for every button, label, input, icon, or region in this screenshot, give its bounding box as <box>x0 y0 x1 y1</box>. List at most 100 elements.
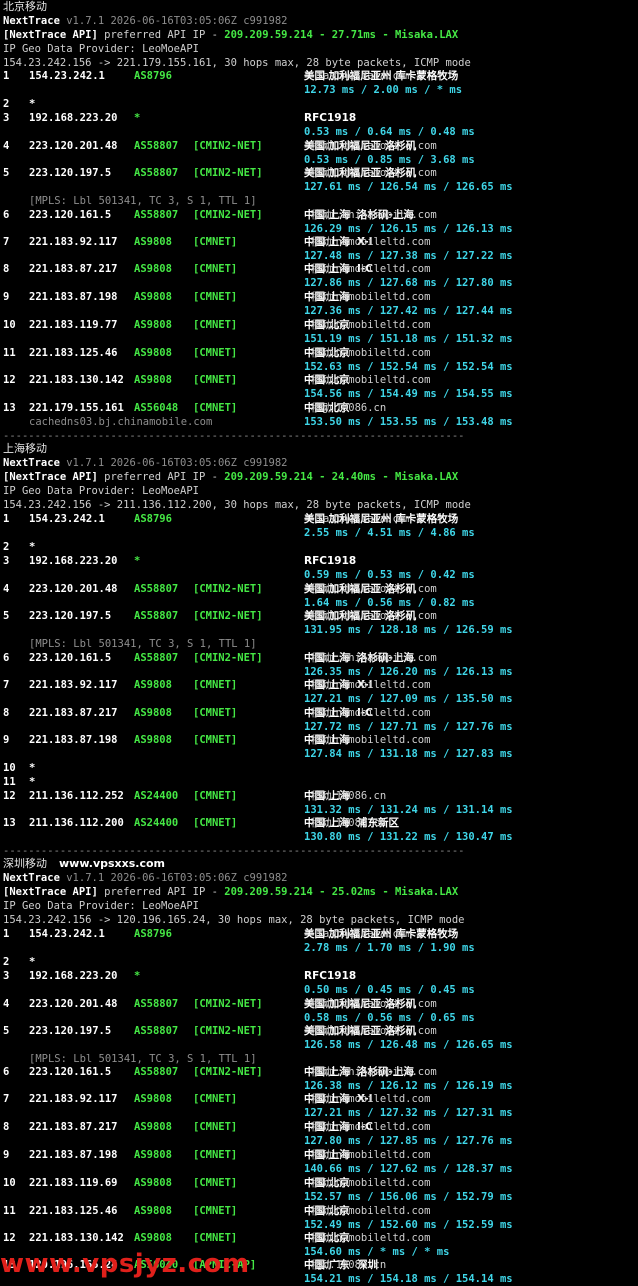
hop-number: 2 <box>3 98 10 110</box>
hop-isp: 移动 <box>304 347 332 359</box>
api-latency: 24.40ms <box>331 471 377 483</box>
api-sep: - <box>376 29 395 41</box>
api-label: [NextTrace API] <box>3 29 98 41</box>
hop-ip: 223.120.201.48 <box>29 998 118 1010</box>
hop-tag: [CMNET] <box>193 1177 238 1189</box>
hop-latency: 152.63 ms / 152.54 ms / 152.54 ms <box>304 361 513 373</box>
api-label: [NextTrace API] <box>3 471 98 483</box>
hop-row: 8 221.183.87.217 AS9808 [CMNET] 中国 上海 I-C ch… <box>3 1120 633 1148</box>
hop-row: 3 192.168.223.20 * RFC1918 0.59 ms / 0.53 ms… <box>3 554 633 582</box>
geo-provider-line: IP Geo Data Provider: LeoMoeAPI <box>3 485 199 497</box>
hop-row: 7 221.183.92.117 AS9808 [CMNET] 中国 上海 X-I ch… <box>3 678 633 706</box>
hop-ip: 211.136.112.252 <box>29 790 124 802</box>
hop-asn: AS58807 <box>134 998 179 1010</box>
hop-number: 8 <box>3 1121 10 1133</box>
hop-asn: AS8796 <box>134 928 172 940</box>
hop-number: 1 <box>3 928 10 940</box>
hop-latency: 126.35 ms / 126.20 ms / 126.13 ms <box>304 666 513 678</box>
hop-number: 6 <box>3 209 10 221</box>
hop-isp: 移动 <box>304 291 332 303</box>
hop-latency: 12.73 ms / 2.00 ms / * ms <box>304 84 463 96</box>
api-line: [NextTrace API] preferred API IP - 209.2… <box>3 28 458 42</box>
hop-tag: [CMIN2-NET] <box>193 652 263 664</box>
hop-isp: 移动 <box>304 610 332 622</box>
hop-number: 6 <box>3 652 10 664</box>
hop-tag: [CMIN2-NET] <box>193 167 263 179</box>
hop-latency: 127.84 ms / 131.18 ms / 127.83 ms <box>304 748 513 760</box>
hop-row: 13 221.179.155.161 AS56048 [CMNET] 中国 北京 bj.… <box>3 401 633 429</box>
hop-row: 4 223.120.201.48 AS58807 [CMIN2-NET] 美国 加利福尼… <box>3 139 633 167</box>
hop-latency: 1.64 ms / 0.56 ms / 0.82 ms <box>304 597 475 609</box>
hop-ip: 223.120.197.5 <box>29 610 112 622</box>
hop-isp: 移动 <box>304 734 332 746</box>
section-site-label: www.vpsxxs.com <box>59 857 166 870</box>
hop-ip: 221.183.87.217 <box>29 1121 118 1133</box>
hop-asn: AS58807 <box>134 610 179 622</box>
hop-number: 9 <box>3 734 10 746</box>
hop-row: 11 221.183.125.46 AS9808 [CMNET] 中国 北京 china… <box>3 1204 633 1232</box>
hop-row: 3 192.168.223.20 * RFC1918 0.50 ms / 0.45 ms… <box>3 969 633 997</box>
section-title-text: 深圳移动 <box>3 857 47 870</box>
hop-tag: [CMNET] <box>193 1121 238 1133</box>
nexttrace-version-line: NextTrace v1.7.1 2026-06-16T03:05:06Z c9… <box>3 871 287 885</box>
hop-ip: 221.183.119.77 <box>29 319 118 331</box>
hop-asn: AS9808 <box>134 374 172 386</box>
hop-latency: 2.55 ms / 4.51 ms / 4.86 ms <box>304 527 475 539</box>
api-sep: - <box>376 886 395 898</box>
hop-latency: 151.19 ms / 151.18 ms / 151.32 ms <box>304 333 513 345</box>
section-title: 深圳移动 www.vpsxxs.com <box>3 857 165 871</box>
hop-tag: [CMIN2-NET] <box>193 1066 263 1078</box>
hop-number: 1 <box>3 70 10 82</box>
hop-latency: 152.49 ms / 152.60 ms / 152.59 ms <box>304 1219 513 1231</box>
hop-tag: [CMNET] <box>193 236 238 248</box>
hop-asn: AS58807 <box>134 583 179 595</box>
hop-geo-text: RFC1918 <box>304 970 357 982</box>
hop-latency: 152.57 ms / 156.06 ms / 152.79 ms <box>304 1191 513 1203</box>
hop-geo-text: RFC1918 <box>304 555 357 567</box>
hop-tag: [CMIN2-NET] <box>193 610 263 622</box>
hop-number: 12 <box>3 374 16 386</box>
api-latency: 27.71ms <box>331 29 377 41</box>
hop-row: 13 211.136.112.200 AS24400 [CMNET] 中国 上海 浦东新… <box>3 816 633 844</box>
api-node: Misaka.LAX <box>394 29 459 41</box>
hop-domain: fastnetdata.com <box>304 70 412 82</box>
hop-row: 6 223.120.161.5 AS58807 [CMIN2-NET] 中国 上海 洛杉… <box>3 651 633 679</box>
hop-number: 11 <box>3 347 16 359</box>
hop-ip: 221.183.87.217 <box>29 707 118 719</box>
version-text: v1.7.1 2026-06-16T03:05:06Z c991982 <box>59 457 288 469</box>
hop-number: 3 <box>3 555 10 567</box>
hop-asn: AS9808 <box>134 1177 172 1189</box>
hop-isp: 移动 <box>304 236 332 248</box>
hop-domain: fastnetdata.com <box>304 513 412 525</box>
hop-number: 10 <box>3 1177 16 1189</box>
hop-ip: * <box>29 776 36 788</box>
hop-row: 6 223.120.161.5 AS58807 [CMIN2-NET] 中国 上海 洛杉… <box>3 208 633 236</box>
api-node: Misaka.LAX <box>394 471 459 483</box>
api-sep: - <box>312 471 332 483</box>
api-text: preferred API IP - <box>97 886 225 898</box>
hop-number: 8 <box>3 263 10 275</box>
hop-row: 4 223.120.201.48 AS58807 [CMIN2-NET] 美国 加利福尼… <box>3 997 633 1025</box>
section-title-text: 北京移动 <box>3 0 47 13</box>
api-line: [NextTrace API] preferred API IP - 209.2… <box>3 470 458 484</box>
hop-tag: [CMIN2-NET] <box>193 998 263 1010</box>
mpls-label: [MPLS: Lbl 501341, TC 3, S 1, TTL 1] <box>29 1053 257 1065</box>
hop-isp: 移动 <box>304 140 332 152</box>
hop-latency: 127.48 ms / 127.38 ms / 127.22 ms <box>304 250 513 262</box>
nexttrace-version-line: NextTrace v1.7.1 2026-06-16T03:05:06Z c9… <box>3 456 287 470</box>
hop-row: 10 221.183.119.77 AS9808 [CMNET] 中国 北京 china… <box>3 318 633 346</box>
hop-isp: 移动 <box>304 1232 332 1244</box>
hop-latency: 127.36 ms / 127.42 ms / 127.44 ms <box>304 305 513 317</box>
hop-row: 6 223.120.161.5 AS58807 [CMIN2-NET] 中国 上海 洛杉… <box>3 1065 633 1093</box>
geo-provider-line: IP Geo Data Provider: LeoMoeAPI <box>3 43 199 55</box>
hop-number: 7 <box>3 236 10 248</box>
hop-row: 3 192.168.223.20 * RFC1918 0.53 ms / 0.64 ms… <box>3 111 633 139</box>
hop-asn: AS9808 <box>134 291 172 303</box>
hop-number: 7 <box>3 679 10 691</box>
hop-ip: 221.183.87.198 <box>29 734 118 746</box>
hop-tag: [CMNET] <box>193 263 238 275</box>
hop-ip: 221.183.87.217 <box>29 263 118 275</box>
hop-asn: AS9808 <box>134 1093 172 1105</box>
hop-number: 5 <box>3 167 10 179</box>
mpls-label: [MPLS: Lbl 501341, TC 3, S 1, TTL 1] <box>29 638 257 650</box>
